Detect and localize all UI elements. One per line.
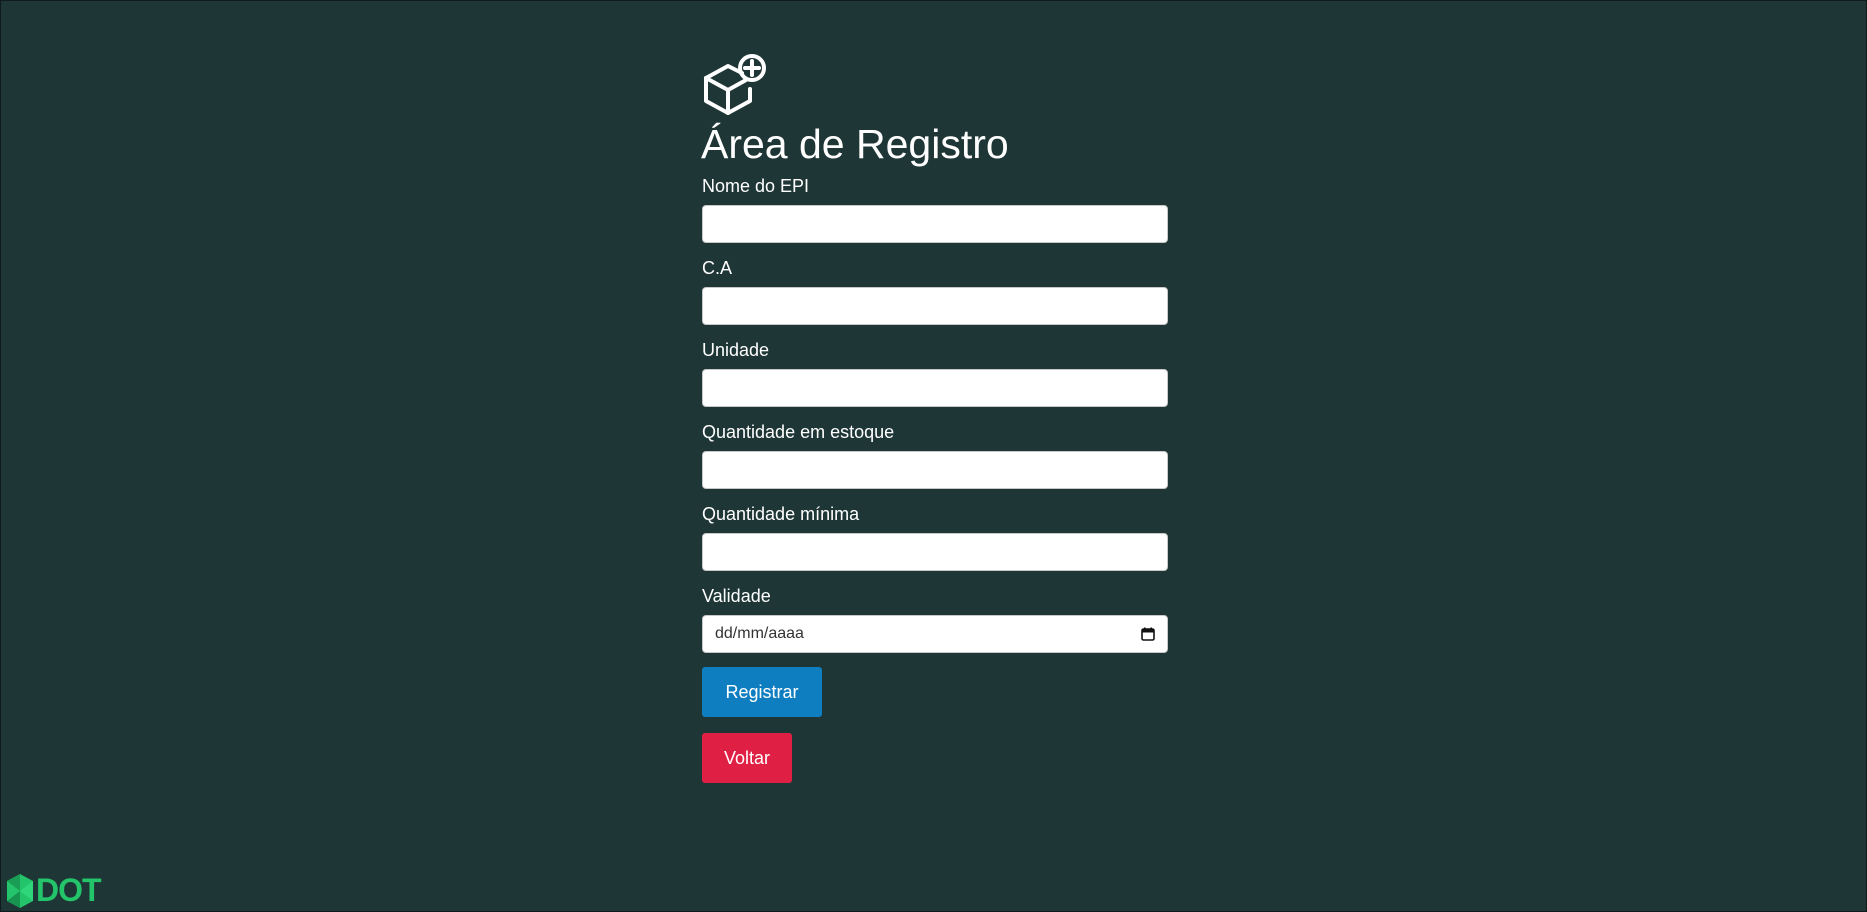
field-group-ca: C.A (702, 257, 1168, 325)
estoque-input[interactable] (702, 451, 1168, 489)
minima-label: Quantidade mínima (702, 504, 860, 524)
unidade-input[interactable] (702, 369, 1168, 407)
field-group-unidade: Unidade (702, 339, 1168, 407)
logo-text: DOT (36, 872, 102, 908)
ca-input[interactable] (702, 287, 1168, 325)
unidade-label: Unidade (702, 340, 770, 360)
field-group-minima: Quantidade mínima (702, 503, 1168, 571)
calendar-icon[interactable] (1141, 627, 1155, 641)
page-title: Área de Registro (701, 121, 1009, 167)
validade-date-input[interactable]: dd/mm/aaaa (702, 615, 1168, 653)
field-group-validade: Validade dd/mm/aaaa (702, 585, 1168, 653)
dot-logo: DOT (6, 872, 102, 909)
register-button[interactable]: Registrar (702, 667, 822, 717)
date-placeholder: dd/mm/aaaa (715, 625, 804, 642)
back-button[interactable]: Voltar (702, 733, 792, 783)
field-group-nome: Nome do EPI (702, 175, 1168, 243)
nome-label: Nome do EPI (702, 176, 810, 196)
nome-input[interactable] (702, 205, 1168, 243)
registration-form: Área de Registro Nome do EPI C.A Unidade… (701, 53, 1168, 783)
minima-input[interactable] (702, 533, 1168, 571)
box-add-icon (704, 54, 766, 115)
field-group-estoque: Quantidade em estoque (702, 421, 1168, 489)
ca-label: C.A (702, 258, 733, 278)
hexagon-logo-icon (7, 873, 33, 908)
validade-label: Validade (702, 586, 771, 606)
estoque-label: Quantidade em estoque (702, 422, 895, 442)
